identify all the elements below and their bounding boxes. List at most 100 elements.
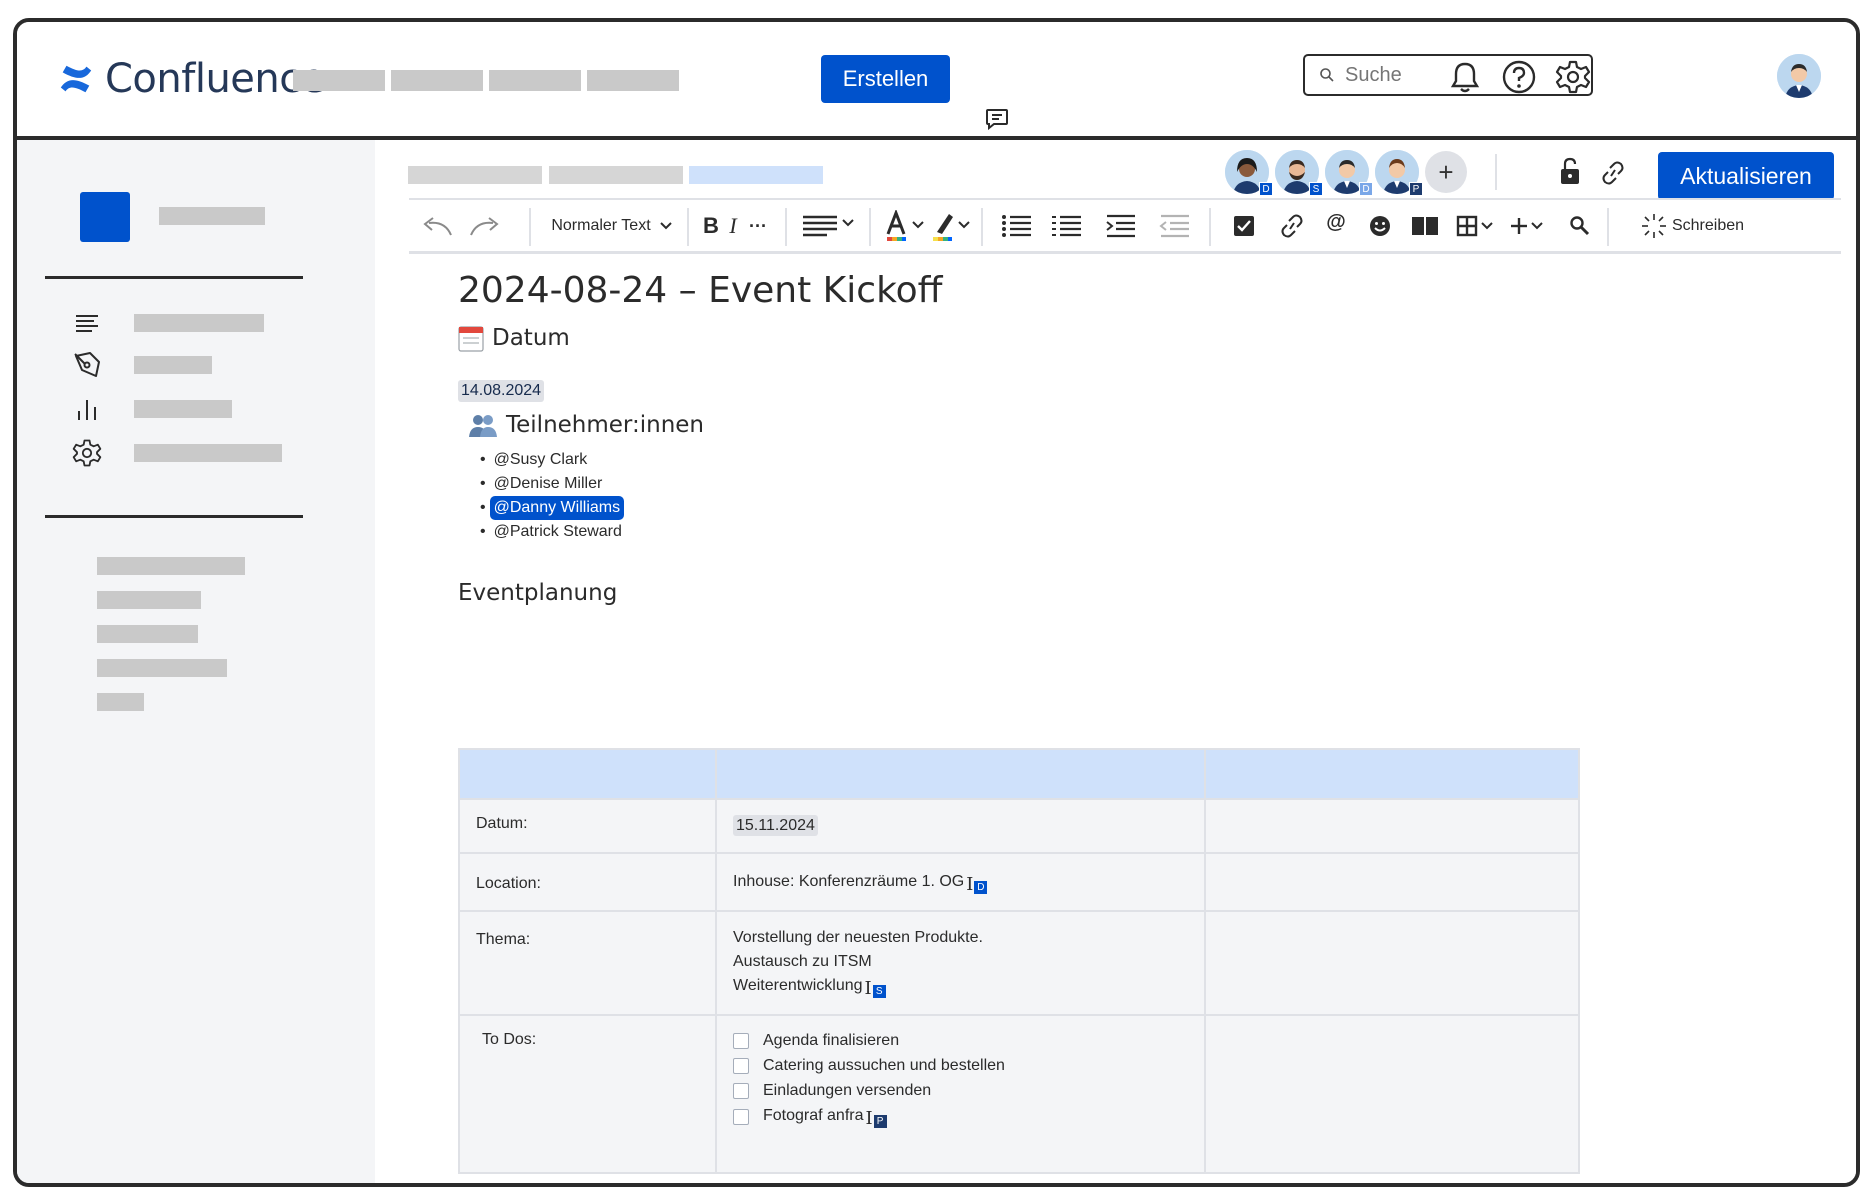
todo-item[interactable]: Einladungen versenden	[733, 1078, 1188, 1103]
page-tree-item[interactable]	[97, 557, 245, 575]
unlocked-icon[interactable]	[1557, 156, 1583, 186]
space-name-placeholder[interactable]	[159, 207, 265, 225]
insert-more-dropdown[interactable]	[1507, 208, 1553, 244]
sidebar-item-pages[interactable]	[72, 308, 264, 338]
alignment-dropdown[interactable]	[799, 208, 859, 244]
breadcrumb-item[interactable]	[549, 166, 683, 184]
collaborator-badge: D	[1259, 182, 1273, 196]
nav-item-placeholder[interactable]	[391, 70, 483, 91]
table-dropdown[interactable]	[1455, 208, 1501, 244]
emoji-button[interactable]	[1365, 208, 1395, 244]
sidebar-item-settings[interactable]	[72, 438, 282, 468]
todo-checkbox[interactable]	[733, 1032, 749, 1049]
page-tree-item[interactable]	[97, 625, 198, 643]
create-button[interactable]: Erstellen	[821, 55, 950, 103]
cell-text: Thema:	[476, 931, 531, 948]
table-header-cell[interactable]	[715, 748, 1206, 800]
redo-button[interactable]	[465, 208, 509, 244]
search-icon	[1320, 68, 1334, 82]
highlighter-icon	[933, 214, 970, 241]
nav-item-placeholder[interactable]	[587, 70, 679, 91]
highlight-color-dropdown[interactable]	[931, 208, 975, 244]
table-cell-label[interactable]: Datum:	[458, 798, 717, 854]
date-lozenge[interactable]: 15.11.2024	[733, 815, 818, 836]
update-button[interactable]: Aktualisieren	[1658, 152, 1834, 200]
more-icon: ···	[749, 215, 767, 236]
more-formatting-button[interactable]: ···	[745, 208, 771, 244]
participant-mention-selected[interactable]: @Danny Williams	[480, 496, 625, 520]
outdent-icon	[1159, 214, 1189, 238]
table-cell-empty[interactable]	[1204, 852, 1580, 912]
app-window: Confluence Erstellen Suche D S D P + Akt…	[13, 18, 1860, 1187]
undo-button[interactable]	[413, 208, 457, 244]
text-color-dropdown[interactable]	[885, 208, 929, 244]
table-cell-empty[interactable]	[1204, 1014, 1580, 1174]
collaborator-avatar[interactable]: S	[1275, 150, 1323, 196]
participants-icon	[469, 415, 497, 437]
user-avatar[interactable]	[1777, 54, 1821, 98]
space-logo[interactable]	[80, 192, 130, 242]
event-planning-table[interactable]: Datum: 15.11.2024 Location: Inhouse: Kon…	[458, 748, 1580, 1174]
table-cell-empty[interactable]	[1204, 798, 1580, 854]
table-cell-label[interactable]: To Dos:	[458, 1014, 717, 1174]
help-icon[interactable]	[1501, 59, 1537, 95]
todo-item[interactable]: Catering aussuchen und bestellen	[733, 1053, 1188, 1078]
add-collaborator-button[interactable]: +	[1425, 151, 1467, 193]
find-replace-button[interactable]	[1565, 208, 1595, 244]
table-cell-value[interactable]: Inhouse: Konferenzräume 1. OG ID	[715, 852, 1206, 912]
outdent-button[interactable]	[1157, 208, 1193, 244]
mention-text: @Susy Clark	[493, 451, 588, 468]
numbered-list-button[interactable]	[1049, 208, 1085, 244]
todo-checkbox[interactable]	[733, 1057, 749, 1074]
page-title[interactable]: 2024-08-24 – Event Kickoff	[458, 270, 942, 311]
mention-button[interactable]: @	[1321, 204, 1351, 240]
breadcrumb-item[interactable]	[408, 166, 542, 184]
breadcrumb-item-current[interactable]	[689, 166, 823, 184]
collaborator-badge: S	[1309, 182, 1323, 196]
table-cell-value[interactable]: Agenda finalisieren Catering aussuchen u…	[715, 1014, 1206, 1174]
layout-button[interactable]	[1409, 208, 1441, 244]
heading-event-planning[interactable]: Eventplanung	[458, 580, 617, 606]
notification-bell-icon[interactable]	[1447, 59, 1483, 95]
table-header-cell[interactable]	[1204, 748, 1580, 800]
italic-button[interactable]: I	[725, 208, 741, 244]
settings-gear-icon[interactable]	[1555, 59, 1591, 95]
task-list-button[interactable]	[1229, 208, 1259, 244]
comment-icon[interactable]	[985, 108, 1009, 130]
copy-link-icon[interactable]	[1599, 160, 1627, 186]
heading-date[interactable]: Datum	[458, 324, 570, 352]
table-cell-label[interactable]: Location:	[458, 852, 717, 912]
participant-mention[interactable]: @Susy Clark	[480, 448, 624, 472]
sidebar-item-placeholder	[134, 444, 282, 462]
indent-button[interactable]	[1103, 208, 1139, 244]
sidebar-item-analytics[interactable]	[72, 394, 232, 424]
todo-checkbox[interactable]	[733, 1109, 749, 1125]
collaborator-avatar[interactable]: P	[1375, 150, 1423, 196]
todo-item[interactable]: Fotograf anfra I P	[733, 1103, 1188, 1128]
page-tree-item[interactable]	[97, 693, 144, 711]
nav-item-placeholder[interactable]	[489, 70, 581, 91]
page-tree-item[interactable]	[97, 591, 201, 609]
collaborator-avatar[interactable]: D	[1225, 150, 1273, 196]
insert-link-button[interactable]	[1275, 208, 1309, 244]
text-style-dropdown[interactable]: Normaler Text	[547, 208, 677, 244]
table-cell-value[interactable]: 15.11.2024	[715, 798, 1206, 854]
table-header-cell[interactable]	[458, 748, 717, 800]
date-lozenge[interactable]: 14.08.2024	[458, 380, 545, 402]
bold-button[interactable]: B	[701, 208, 721, 244]
participant-mention[interactable]: @Patrick Steward	[480, 520, 624, 544]
nav-item-placeholder[interactable]	[293, 70, 385, 91]
todo-item[interactable]: Agenda finalisieren	[733, 1028, 1188, 1053]
collaborator-avatar[interactable]: D	[1325, 150, 1373, 196]
write-mode-button[interactable]: Schreiben	[1637, 208, 1747, 244]
table-cell-label[interactable]: Thema:	[458, 910, 717, 1016]
sidebar-item-blog[interactable]	[72, 350, 212, 380]
heading-participants[interactable]: Teilnehmer:innen	[468, 412, 704, 438]
todo-checkbox[interactable]	[733, 1082, 749, 1099]
table-cell-value[interactable]: Vorstellung der neuesten Produkte. Austa…	[715, 910, 1206, 1016]
confluence-logo[interactable]: Confluence	[57, 56, 325, 102]
table-cell-empty[interactable]	[1204, 910, 1580, 1016]
participant-mention[interactable]: @Denise Miller	[480, 472, 624, 496]
bullet-list-button[interactable]	[999, 208, 1035, 244]
page-tree-item[interactable]	[97, 659, 227, 677]
